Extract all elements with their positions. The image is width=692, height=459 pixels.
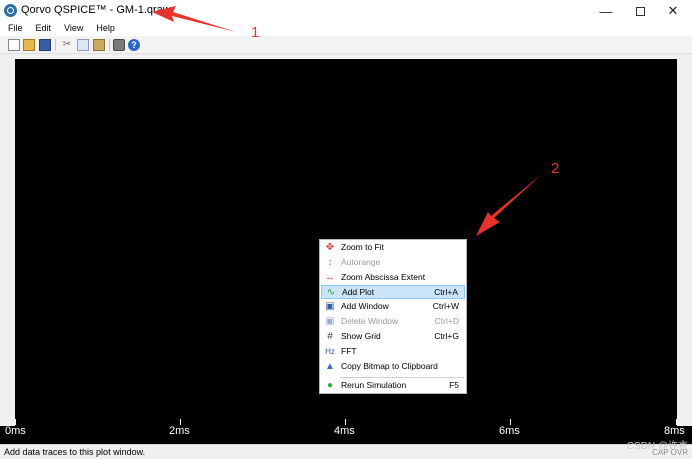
help-icon[interactable]: ? (128, 39, 140, 51)
paste-icon[interactable] (93, 39, 105, 51)
window-title: Qorvo QSPICE™ - GM-1.qraw (21, 4, 171, 16)
menu-item-shortcut: Ctrl+D (434, 316, 459, 326)
toolbar: ✂ ? (0, 36, 692, 54)
close-button[interactable]: ✕ (654, 0, 692, 22)
menu-file[interactable]: File (0, 22, 28, 36)
x-tick-label: 2ms (169, 425, 190, 437)
annotation-label-2: 2 (551, 160, 560, 177)
menu-help[interactable]: Help (88, 22, 120, 36)
menu-item-label: Add Plot (342, 287, 375, 297)
delete-window-icon: ▣ (325, 316, 335, 327)
rerun-icon: ● (326, 380, 334, 391)
zoom-fit-icon: ✥ (325, 242, 335, 253)
print-icon[interactable] (113, 39, 125, 51)
menu-item-label: Rerun Simulation (341, 380, 407, 390)
menu-view[interactable]: View (56, 22, 88, 36)
menu-item-rerun-simulation[interactable]: ● Rerun Simulation F5 (321, 379, 465, 393)
menu-item-zoom-to-fit[interactable]: ✥ Zoom to Fit (321, 241, 465, 255)
grid-icon: # (327, 331, 333, 342)
menu-edit[interactable]: Edit (28, 22, 57, 36)
save-icon[interactable] (39, 39, 51, 51)
add-window-icon: ▣ (325, 301, 335, 312)
menu-item-delete-window[interactable]: ▣ Delete Window Ctrl+D (321, 315, 465, 329)
status-text: Add data traces to this plot window. (4, 447, 146, 457)
menu-item-label: Delete Window (341, 316, 399, 326)
add-plot-icon: ∿ (326, 287, 336, 298)
cut-icon[interactable]: ✂ (61, 39, 73, 51)
x-tick-label: 4ms (334, 425, 355, 437)
annotation-arrow-2 (476, 174, 542, 236)
menu-item-label: Autorange (341, 257, 381, 267)
menu-item-shortcut: F5 (449, 380, 459, 390)
title-bar: Qorvo QSPICE™ - GM-1.qraw — ✕ (0, 0, 692, 22)
autorange-icon: ↕ (327, 257, 333, 268)
copy-icon[interactable] (77, 39, 89, 51)
menu-item-shortcut: Ctrl+G (434, 331, 459, 341)
annotation-label-1: 1 (251, 24, 260, 41)
bitmap-icon: ▲ (325, 361, 335, 372)
menu-item-zoom-abscissa-extent[interactable]: ↔ Zoom Abscissa Extent (321, 271, 465, 285)
menu-item-label: Show Grid (341, 331, 381, 341)
menu-item-shortcut: Ctrl+A (434, 287, 458, 297)
menu-item-label: Zoom to Fit (341, 242, 384, 252)
new-file-icon[interactable] (8, 39, 20, 51)
menu-separator (340, 377, 464, 378)
menu-item-label: Copy Bitmap to Clipboard (341, 361, 438, 371)
toolbar-separator (109, 39, 110, 51)
open-folder-icon[interactable] (23, 39, 35, 51)
x-tick-label: 8ms (664, 425, 685, 437)
toolbar-separator (55, 39, 56, 51)
menu-item-label: Add Window (341, 301, 389, 311)
fft-icon: Hz (325, 347, 335, 356)
annotation-arrow-1 (152, 6, 236, 32)
qspice-app-icon (4, 4, 17, 17)
menu-item-fft[interactable]: Hz FFT (321, 345, 465, 359)
menu-item-add-plot[interactable]: ∿ Add Plot Ctrl+A (321, 285, 465, 299)
zoom-abscissa-icon: ↔ (325, 272, 335, 283)
close-icon: ✕ (667, 3, 679, 18)
watermark: CSDN @许言 (626, 441, 688, 452)
menu-item-label: FFT (341, 346, 357, 356)
menu-item-label: Zoom Abscissa Extent (341, 272, 426, 282)
x-tick-label: 6ms (499, 425, 520, 437)
menu-bar: File Edit View Help (0, 22, 692, 36)
menu-item-show-grid[interactable]: # Show Grid Ctrl+G (321, 330, 465, 344)
plot-context-menu: ✥ Zoom to Fit ↕ Autorange ↔ Zoom Absciss… (319, 239, 467, 394)
x-tick-label: 0ms (5, 425, 26, 437)
minimize-icon: — (599, 3, 613, 19)
menu-item-add-window[interactable]: ▣ Add Window Ctrl+W (321, 300, 465, 314)
maximize-icon (635, 6, 645, 16)
menu-item-shortcut: Ctrl+W (432, 301, 459, 311)
menu-item-autorange[interactable]: ↕ Autorange (321, 256, 465, 270)
menu-item-copy-bitmap[interactable]: ▲ Copy Bitmap to Clipboard (321, 360, 465, 374)
status-bar: Add data traces to this plot window. CAP… (0, 444, 692, 459)
